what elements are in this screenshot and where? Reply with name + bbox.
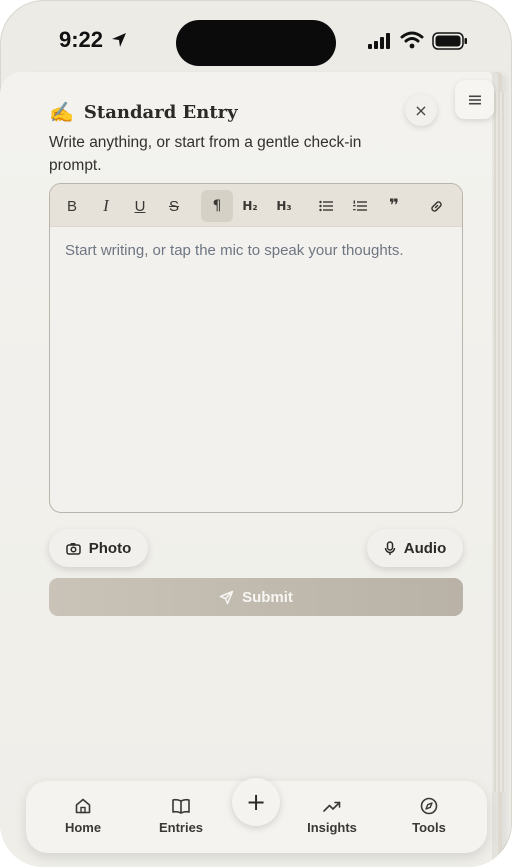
- microphone-icon: [384, 540, 395, 555]
- numbered-list-button[interactable]: [345, 190, 375, 222]
- editor-input[interactable]: Start writing, or tap the mic to speak y…: [65, 242, 404, 259]
- italic-button[interactable]: I: [91, 190, 121, 222]
- strikethrough-button[interactable]: S: [159, 190, 189, 222]
- phone-screen: 9:22 ✍️ Standard Entry × Write anything,…: [0, 0, 512, 867]
- photo-button[interactable]: Photo: [49, 529, 148, 567]
- status-time: 9:22: [59, 27, 104, 52]
- camera-icon: [66, 542, 81, 555]
- menu-button[interactable]: [455, 80, 494, 119]
- bold-button[interactable]: B: [57, 190, 87, 222]
- entry-header: ✍️ Standard Entry: [49, 100, 238, 124]
- tab-tools-label: Tools: [412, 820, 446, 835]
- underline-button[interactable]: U: [125, 190, 155, 222]
- tab-insights-label: Insights: [307, 820, 357, 835]
- new-entry-button[interactable]: +: [232, 778, 280, 826]
- home-icon: [75, 798, 91, 814]
- location-arrow-icon: [112, 33, 126, 47]
- close-icon: ×: [414, 100, 428, 120]
- audio-label: Audio: [403, 539, 447, 557]
- numbered-list-icon: [353, 200, 367, 211]
- audio-button[interactable]: Audio: [367, 529, 463, 567]
- battery-icon: [432, 32, 467, 50]
- link-button[interactable]: [421, 190, 451, 222]
- plus-icon: +: [245, 788, 267, 816]
- wifi-icon: [400, 31, 424, 49]
- tab-tools[interactable]: Tools: [389, 797, 469, 835]
- bullet-list-icon: [319, 200, 333, 212]
- tab-home-label: Home: [64, 820, 102, 835]
- photo-label: Photo: [88, 539, 132, 557]
- status-bar: 9:22: [0, 0, 512, 80]
- send-icon: [219, 590, 234, 604]
- tab-home[interactable]: Home: [43, 797, 123, 835]
- dynamic-island: [176, 20, 336, 66]
- paragraph-button[interactable]: ¶: [201, 190, 233, 222]
- submit-label: Submit: [242, 588, 293, 606]
- formatting-toolbar: B I U S ¶ H₂ H₃ ❞: [50, 184, 462, 227]
- trending-up-icon: [323, 801, 341, 812]
- link-icon: [430, 200, 442, 212]
- close-button[interactable]: ×: [405, 94, 437, 126]
- quote-button[interactable]: ❞: [379, 190, 409, 222]
- heading2-button[interactable]: H₂: [235, 190, 265, 222]
- book-open-icon: [172, 798, 190, 814]
- page-stack-edge: [492, 92, 506, 792]
- rich-text-editor: B I U S ¶ H₂ H₃ ❞ Start writing, or tap …: [49, 183, 463, 513]
- writing-hand-icon: ✍️: [49, 100, 74, 124]
- bullet-list-button[interactable]: [311, 190, 341, 222]
- tab-insights[interactable]: Insights: [292, 797, 372, 835]
- entry-subtitle: Write anything, or start from a gentle c…: [49, 134, 362, 174]
- hamburger-icon: [468, 95, 481, 104]
- compass-icon: [420, 797, 438, 815]
- submit-button[interactable]: Submit: [49, 578, 463, 616]
- cellular-signal-icon: [368, 33, 390, 49]
- heading3-button[interactable]: H₃: [269, 190, 299, 222]
- tab-entries-label: Entries: [158, 820, 204, 835]
- entry-title: Standard Entry: [83, 101, 238, 123]
- tab-entries[interactable]: Entries: [141, 797, 221, 835]
